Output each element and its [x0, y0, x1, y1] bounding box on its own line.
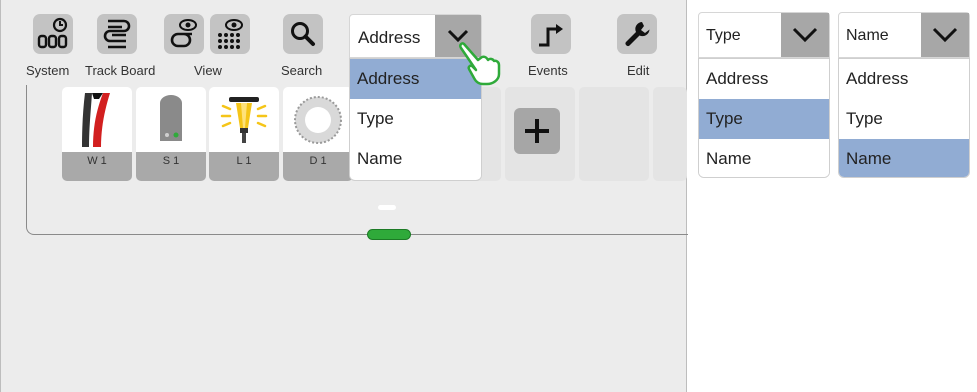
dropdown-toggle[interactable]	[781, 13, 829, 57]
toolbar-system[interactable]: System	[23, 0, 83, 82]
trackboard-button[interactable]	[97, 14, 137, 54]
toolbar-search[interactable]: Search	[276, 0, 336, 82]
signal-icon	[160, 94, 182, 141]
option-address[interactable]: Address	[699, 59, 829, 99]
panel-resize-handle[interactable]	[367, 229, 411, 240]
events-button[interactable]	[531, 14, 571, 54]
type-options-list: Address Type Name	[698, 58, 830, 178]
wrench-icon	[625, 22, 650, 46]
search-icon	[291, 22, 315, 46]
view-track-icon	[170, 19, 197, 48]
view-keypad-icon	[218, 19, 243, 49]
panel-handle-indicator	[378, 205, 396, 210]
main-screen: System Track Board View Search Events Ed…	[0, 0, 688, 392]
empty-slot	[579, 87, 649, 181]
name-options-list: Address Type Name	[838, 58, 970, 178]
type-selected-value: Type	[706, 27, 741, 44]
toolbar-view[interactable]: View	[164, 0, 259, 82]
option-address[interactable]: Address	[839, 59, 969, 99]
edit-button[interactable]	[617, 14, 657, 54]
turntable-icon	[294, 95, 342, 144]
article-tile-d1[interactable]: D 1	[283, 87, 353, 181]
name-selected-value: Name	[846, 27, 889, 44]
sort-selected-value: Address	[358, 28, 421, 47]
article-tile-w1[interactable]: W 1	[62, 87, 132, 181]
track-board-icon	[103, 19, 131, 49]
events-label: Events	[528, 63, 568, 78]
pointing-hand-icon	[459, 42, 501, 86]
signal-tile-face	[136, 87, 206, 152]
system-button[interactable]	[33, 14, 73, 54]
view-track-button[interactable]	[164, 14, 204, 54]
search-label: Search	[281, 63, 323, 78]
toolbar-events[interactable]: Events	[521, 0, 581, 82]
system-label: System	[26, 63, 70, 78]
view-label: View	[194, 63, 222, 78]
tile-label: L 1	[209, 152, 279, 181]
option-type[interactable]: Type	[839, 99, 969, 139]
trackboard-label: Track Board	[85, 63, 156, 78]
article-tile-l1[interactable]: L 1	[209, 87, 279, 181]
option-name[interactable]: Name	[350, 139, 481, 179]
tile-label: S 1	[136, 152, 206, 181]
view-keypad-button[interactable]	[210, 14, 250, 54]
turnout-tile-face	[62, 87, 132, 152]
toolbar-trackboard[interactable]: Track Board	[85, 0, 169, 82]
type-dropdown-header[interactable]: Type	[698, 12, 830, 58]
tile-label: W 1	[62, 152, 132, 181]
events-icon	[539, 24, 563, 47]
article-tile-s1[interactable]: S 1	[136, 87, 206, 181]
system-icon	[37, 17, 68, 49]
lamp-icon	[220, 96, 268, 143]
turnout-icon	[82, 92, 110, 147]
edit-label: Edit	[627, 63, 650, 78]
toolbar-edit[interactable]: Edit	[611, 0, 671, 82]
option-type[interactable]: Type	[350, 99, 481, 139]
option-name[interactable]: Name	[699, 139, 829, 177]
dropdown-variant-type[interactable]: Type Address Type Name	[698, 12, 830, 178]
chevron-down-icon	[792, 27, 818, 43]
chevron-down-icon	[932, 27, 958, 43]
option-type[interactable]: Type	[699, 99, 829, 139]
tile-label: D 1	[283, 152, 353, 181]
empty-slot	[653, 87, 687, 181]
name-dropdown-header[interactable]: Name	[838, 12, 970, 58]
turntable-tile-face	[283, 87, 353, 152]
option-name[interactable]: Name	[839, 139, 969, 177]
dropdown-variant-name[interactable]: Name Address Type Name	[838, 12, 970, 178]
plus-icon	[525, 119, 549, 143]
dropdown-toggle[interactable]	[921, 13, 969, 57]
lamp-tile-face	[209, 87, 279, 152]
add-article-button[interactable]	[514, 108, 560, 154]
search-button[interactable]	[283, 14, 323, 54]
